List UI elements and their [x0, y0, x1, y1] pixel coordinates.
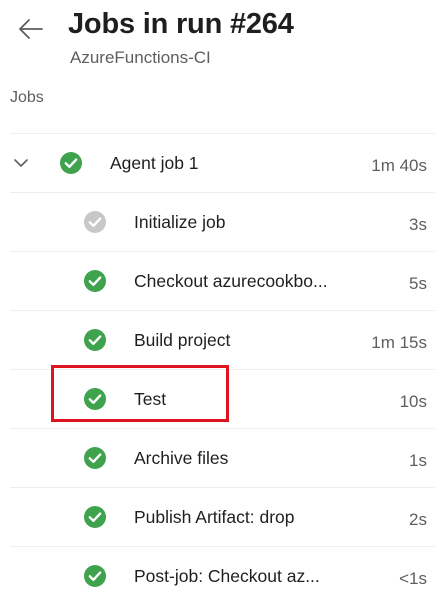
- job-duration: 3s: [409, 215, 427, 234]
- job-label: Build project: [134, 330, 231, 350]
- job-row-archive-files[interactable]: Archive files 1s: [10, 428, 435, 487]
- success-check-icon: [84, 270, 106, 292]
- pipeline-name: AzureFunctions-CI: [70, 48, 211, 67]
- job-row-publish-artifact[interactable]: Publish Artifact: drop 2s: [10, 487, 435, 546]
- job-row-agent-job-1[interactable]: Agent job 1 1m 40s: [10, 133, 435, 192]
- success-check-icon: [60, 152, 82, 174]
- chevron-down-icon[interactable]: [12, 154, 30, 172]
- jobs-list: Agent job 1 1m 40s Initialize job 3s Che…: [10, 133, 435, 605]
- page-header: Jobs in run #264 AzureFunctions-CI: [0, 0, 435, 80]
- job-label: Archive files: [134, 448, 229, 468]
- success-check-icon: [84, 329, 106, 351]
- job-label: Test: [134, 389, 167, 409]
- job-duration: 2s: [409, 510, 427, 529]
- page-title: Jobs in run #264: [68, 8, 294, 40]
- job-label: Agent job 1: [110, 153, 199, 173]
- job-label: Post-job: Checkout az...: [134, 566, 320, 586]
- job-duration: 1m 40s: [371, 156, 427, 175]
- job-label: Initialize job: [134, 212, 226, 232]
- success-check-icon: [84, 388, 106, 410]
- job-duration: <1s: [399, 569, 427, 588]
- skipped-check-icon: [84, 211, 106, 233]
- job-row-post-job-checkout[interactable]: Post-job: Checkout az... <1s: [10, 546, 435, 605]
- success-check-icon: [84, 447, 106, 469]
- jobs-section-label: Jobs: [10, 89, 44, 106]
- job-duration: 1m 15s: [371, 333, 427, 352]
- success-check-icon: [84, 506, 106, 528]
- job-duration: 1s: [409, 451, 427, 470]
- success-check-icon: [84, 565, 106, 587]
- job-row-checkout[interactable]: Checkout azurecookbo... 5s: [10, 251, 435, 310]
- job-label: Checkout azurecookbo...: [134, 271, 328, 291]
- job-row-initialize-job[interactable]: Initialize job 3s: [10, 192, 435, 251]
- job-duration: 5s: [409, 274, 427, 293]
- job-label: Publish Artifact: drop: [134, 507, 295, 527]
- job-row-test[interactable]: Test 10s: [10, 369, 435, 428]
- job-duration: 10s: [399, 392, 427, 411]
- arrow-left-icon: [19, 19, 43, 39]
- back-button[interactable]: [16, 14, 46, 44]
- job-row-build-project[interactable]: Build project 1m 15s: [10, 310, 435, 369]
